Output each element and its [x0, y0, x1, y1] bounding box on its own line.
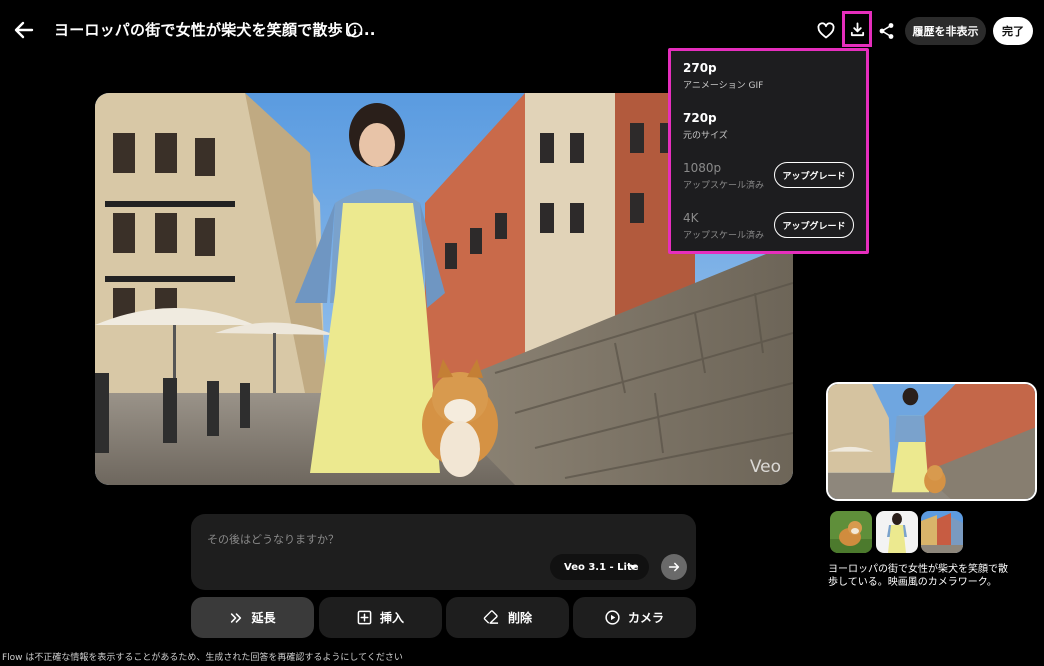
model-select[interactable]: Veo 3.1 - Lite — [550, 554, 649, 580]
insert-button[interactable]: 挿入 — [319, 597, 442, 638]
done-button[interactable]: 完了 — [993, 17, 1033, 45]
prompt-box: Veo 3.1 - Lite — [191, 514, 696, 590]
download-option-quality: 720p — [683, 111, 717, 125]
download-menu: 270p アニメーション GIF 720p 元のサイズ 1080p アップスケー… — [668, 48, 869, 254]
hide-history-button[interactable]: 履歴を非表示 — [905, 17, 986, 45]
download-icon — [850, 21, 864, 36]
thumbnail-image — [828, 384, 1035, 499]
double-chevron-right-icon — [231, 612, 242, 623]
delete-button-label: 削除 — [507, 611, 532, 625]
download-option-270p[interactable]: 270p アニメーション GIF — [683, 61, 854, 97]
disclaimer-text: Flow は不正確な情報を表示することがあるため、生成された回答を再確認するよう… — [2, 653, 403, 663]
reference-image-3[interactable] — [921, 511, 963, 553]
reference-woman-image — [876, 511, 918, 553]
page-title: ヨーロッパの街で女性が柴犬を笑顔で散歩し... — [54, 21, 376, 39]
video-watermark: Veo — [749, 457, 781, 477]
heart-icon — [817, 22, 835, 39]
video-thumbnail-selected[interactable] — [826, 382, 1037, 501]
info-button[interactable] — [347, 22, 363, 38]
send-button[interactable] — [661, 554, 687, 580]
share-button[interactable] — [876, 20, 898, 42]
reference-image-1[interactable] — [830, 511, 872, 553]
download-button[interactable] — [842, 11, 872, 47]
favorite-button[interactable] — [816, 21, 836, 41]
download-option-quality: 270p — [683, 61, 717, 75]
upgrade-button-1080p[interactable]: アップグレード — [774, 162, 854, 188]
reference-image-2[interactable] — [876, 511, 918, 553]
video-caption: ヨーロッパの街で女性が柴犬を笑顔で散歩している。映画風のカメラワーク。 — [828, 564, 1008, 588]
download-option-720p[interactable]: 720p 元のサイズ — [683, 111, 854, 147]
camera-button-label: カメラ — [627, 611, 664, 625]
extend-button-label: 延長 — [251, 611, 276, 625]
play-circle-icon — [605, 610, 620, 625]
reference-dog-image — [830, 511, 872, 553]
caret-down-icon — [629, 565, 637, 570]
reference-street-image — [921, 511, 963, 553]
download-option-description: アニメーション GIF — [683, 81, 764, 91]
info-icon — [347, 22, 363, 38]
insert-button-label: 挿入 — [379, 611, 404, 625]
camera-button[interactable]: カメラ — [573, 597, 696, 638]
download-option-4k: 4K アップスケール済み アップグレード — [683, 211, 854, 247]
upgrade-button-4k[interactable]: アップグレード — [774, 212, 854, 238]
arrow-right-icon — [668, 562, 680, 572]
back-button[interactable] — [12, 18, 36, 42]
download-option-1080p: 1080p アップスケール済み アップグレード — [683, 161, 854, 197]
arrow-left-icon — [14, 21, 34, 39]
extend-button[interactable]: 延長 — [191, 597, 314, 638]
share-icon — [879, 23, 894, 39]
plus-square-icon — [357, 610, 372, 625]
download-option-description: 元のサイズ — [683, 131, 728, 141]
delete-button[interactable]: 削除 — [446, 597, 569, 638]
model-select-label: Veo 3.1 - Lite — [564, 561, 639, 573]
prompt-input[interactable] — [207, 530, 547, 548]
eraser-icon — [483, 610, 499, 624]
